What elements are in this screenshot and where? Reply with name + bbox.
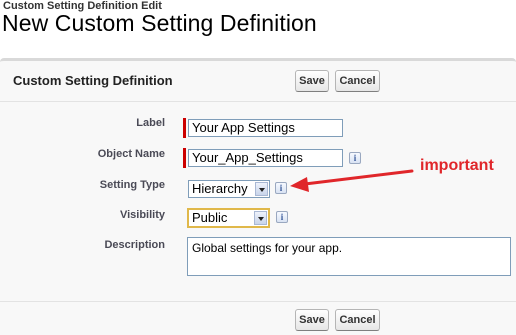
save-button-top[interactable]: Save xyxy=(295,70,329,92)
label-field-label: Label xyxy=(136,117,165,129)
visibility-info-icon[interactable]: i xyxy=(276,211,288,223)
setting-type-field-label: Setting Type xyxy=(99,179,165,191)
required-marker-label xyxy=(183,118,186,138)
cancel-button-bottom[interactable]: Cancel xyxy=(335,309,380,331)
setting-type-selected-value: Hierarchy xyxy=(192,181,248,196)
label-input[interactable]: Your App Settings xyxy=(188,119,343,137)
object-name-input[interactable]: Your_App_Settings xyxy=(188,149,343,167)
panel-header: Custom Setting Definition Save Cancel xyxy=(0,61,516,102)
object-name-info-icon[interactable]: i xyxy=(349,152,361,164)
chevron-down-icon xyxy=(254,211,267,225)
setting-type-select[interactable]: Hierarchy xyxy=(188,180,270,198)
required-marker-object-name xyxy=(183,148,186,168)
setting-type-info-icon[interactable]: i xyxy=(275,182,287,194)
chevron-down-icon xyxy=(255,182,268,196)
visibility-field-label: Visibility xyxy=(119,209,165,221)
custom-setting-panel: Custom Setting Definition Save Cancel La… xyxy=(0,58,516,335)
description-textarea[interactable]: Global settings for your app. xyxy=(187,237,511,276)
object-name-field-label: Object Name xyxy=(97,148,165,160)
save-button-bottom[interactable]: Save xyxy=(295,309,329,331)
panel-footer-divider xyxy=(0,301,516,302)
cancel-button-top[interactable]: Cancel xyxy=(335,70,380,92)
visibility-selected-value: Public xyxy=(192,210,228,225)
page-title: New Custom Setting Definition xyxy=(2,10,317,36)
visibility-select[interactable]: Public xyxy=(187,208,270,228)
description-field-label: Description xyxy=(104,239,165,251)
annotation-label: important xyxy=(420,157,494,174)
panel-title: Custom Setting Definition xyxy=(13,73,173,88)
